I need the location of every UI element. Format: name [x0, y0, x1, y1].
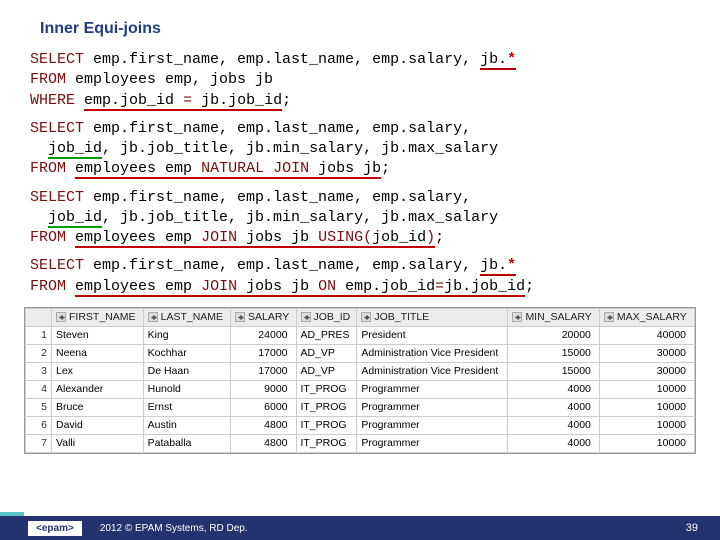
sort-icon — [512, 312, 522, 322]
sql-query-2: SELECT emp.first_name, emp.last_name, em… — [0, 117, 720, 186]
result-table: FIRST_NAMELAST_NAMESALARYJOB_IDJOB_TITLE… — [24, 307, 696, 454]
sql-query-3: SELECT emp.first_name, emp.last_name, em… — [0, 186, 720, 255]
sql-query-1: SELECT emp.first_name, emp.last_name, em… — [0, 48, 720, 117]
footer-copyright: 2012 © EPAM Systems, RD Dep. — [100, 523, 248, 534]
column-header: JOB_TITLE — [357, 308, 508, 326]
sort-icon — [56, 312, 66, 322]
sql-query-4: SELECT emp.first_name, emp.last_name, em… — [0, 254, 720, 303]
epam-logo: <epam> — [28, 521, 82, 536]
sort-icon — [235, 312, 245, 322]
footer-bar: <epam> 2012 © EPAM Systems, RD Dep. 39 — [0, 516, 720, 540]
column-header: LAST_NAME — [143, 308, 230, 326]
column-header — [26, 308, 52, 326]
column-header: MAX_SALARY — [599, 308, 694, 326]
table-row: 6DavidAustin4800IT_PROGProgrammer4000100… — [26, 416, 695, 434]
column-header: SALARY — [231, 308, 296, 326]
sort-icon — [301, 312, 311, 322]
table-row: 2NeenaKochhar17000AD_VPAdministration Vi… — [26, 344, 695, 362]
table-row: 1StevenKing24000AD_PRESPresident20000400… — [26, 326, 695, 344]
table-row: 7ValliPataballa4800IT_PROGProgrammer4000… — [26, 434, 695, 452]
table-row: 3LexDe Haan17000AD_VPAdministration Vice… — [26, 362, 695, 380]
table-row: 4AlexanderHunold9000IT_PROGProgrammer400… — [26, 380, 695, 398]
column-header: MIN_SALARY — [508, 308, 599, 326]
sort-icon — [361, 312, 371, 322]
column-header: FIRST_NAME — [52, 308, 144, 326]
sort-icon — [148, 312, 158, 322]
slide-title: Inner Equi-joins — [0, 0, 720, 48]
table-row: 5BruceErnst6000IT_PROGProgrammer40001000… — [26, 398, 695, 416]
sort-icon — [604, 312, 614, 322]
column-header: JOB_ID — [296, 308, 357, 326]
page-number: 39 — [686, 522, 698, 534]
